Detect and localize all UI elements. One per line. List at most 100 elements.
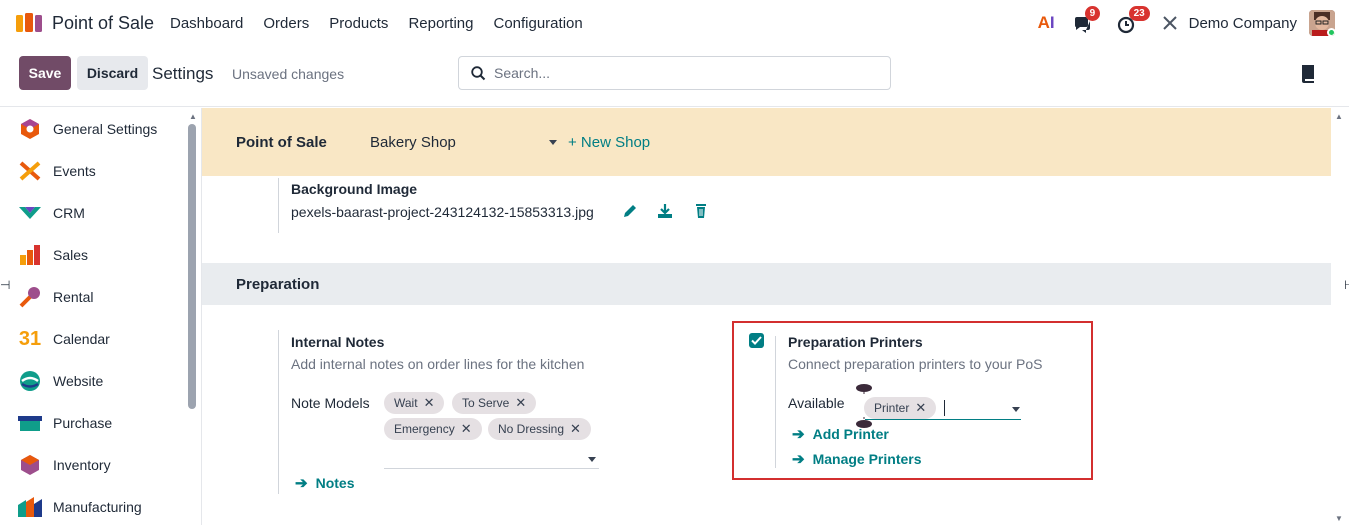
unsaved-status: Unsaved changes	[232, 66, 345, 82]
preparation-printers-checkbox[interactable]	[749, 333, 764, 348]
search-box[interactable]	[458, 56, 891, 90]
user-avatar[interactable]	[1309, 10, 1335, 36]
remove-tag-icon[interactable]: ✕	[915, 400, 926, 416]
settings-content: Point of Sale Bakery Shop + New Shop Bac…	[202, 108, 1331, 525]
sidebar-item-events[interactable]: Events	[18, 158, 96, 184]
inventory-icon	[18, 453, 42, 477]
events-icon	[18, 159, 42, 183]
preparation-printers-description: Connect preparation printers to your PoS	[788, 356, 1043, 372]
tag-emergency: Emergency ✕	[384, 418, 482, 440]
preparation-printers-title: Preparation Printers	[788, 334, 923, 350]
background-image-file: pexels-baarast-project-243124132-1585331…	[291, 204, 594, 220]
tools-icon[interactable]	[1161, 14, 1179, 32]
chevron-down-icon[interactable]	[588, 457, 596, 462]
remove-tag-icon[interactable]: ✕	[515, 395, 526, 411]
crm-icon	[18, 201, 42, 225]
notes-link[interactable]: ➔ Notes	[295, 474, 354, 492]
menu-configuration[interactable]: Configuration	[493, 15, 582, 32]
messages-badge: 9	[1084, 6, 1101, 21]
app-title[interactable]: Point of Sale	[52, 13, 154, 34]
purchase-icon	[18, 411, 42, 435]
edit-pencil-icon[interactable]	[622, 203, 638, 219]
chevron-down-icon[interactable]	[1012, 407, 1020, 412]
tag-wait: Wait ✕	[384, 392, 445, 414]
breadcrumb: Settings	[152, 64, 214, 83]
internal-notes-title: Internal Notes	[291, 334, 385, 350]
menu-products[interactable]: Products	[329, 15, 388, 32]
arrow-right-icon: ➔	[792, 426, 805, 443]
search-icon	[471, 65, 486, 80]
tag-to-serve: To Serve ✕	[452, 392, 537, 414]
website-icon	[18, 369, 42, 393]
note-models-label: Note Models	[291, 395, 370, 411]
background-image-title: Background Image	[291, 181, 418, 197]
sidebar-item-purchase[interactable]: Purchase	[18, 410, 112, 436]
manufacturing-icon	[18, 495, 42, 519]
sidebar-item-manufacturing[interactable]: Manufacturing	[18, 494, 142, 520]
settings-sidebar: General Settings Events CRM Sales Rental…	[0, 108, 202, 525]
search-input[interactable]	[494, 65, 874, 81]
arrow-right-icon: ➔	[792, 451, 805, 468]
sidebar-item-sales[interactable]: Sales	[18, 242, 88, 268]
calendar-icon: 31	[18, 327, 42, 350]
menu-reporting[interactable]: Reporting	[408, 15, 473, 32]
note-models-input[interactable]	[384, 468, 599, 469]
band-title: Point of Sale	[236, 134, 327, 151]
check-icon	[751, 336, 762, 345]
menu-orders[interactable]: Orders	[263, 15, 309, 32]
add-printer-link[interactable]: ➔ Add Printer	[792, 425, 889, 443]
online-status-dot	[1327, 28, 1335, 36]
remove-tag-icon[interactable]: ✕	[424, 395, 435, 411]
sidebar-scroll-up-icon[interactable]: ▲	[189, 112, 197, 121]
new-shop-button[interactable]: + New Shop	[568, 134, 650, 151]
sidebar-item-calendar[interactable]: 31 Calendar	[18, 326, 110, 352]
download-icon[interactable]	[657, 203, 673, 219]
main-menu: Dashboard Orders Products Reporting Conf…	[170, 15, 583, 32]
main-scroll-up-icon[interactable]: ▲	[1335, 112, 1343, 121]
tag-printer: Printer ✕	[864, 397, 937, 419]
messages-button[interactable]: 9	[1073, 6, 1101, 34]
rental-icon	[18, 285, 42, 309]
resize-handle-right-icon: ⊢	[1344, 278, 1349, 292]
discard-button[interactable]: Discard	[77, 56, 148, 90]
activities-badge: 23	[1128, 6, 1150, 21]
resize-handle-left-icon: ⊣	[0, 278, 11, 292]
section-title: Preparation	[236, 276, 320, 293]
activities-button[interactable]: 23	[1117, 6, 1150, 34]
drag-handle-top-icon	[856, 384, 872, 394]
setting-divider	[278, 330, 279, 494]
systray: AI 9 23 Demo Company	[1038, 6, 1335, 38]
pos-settings-header: Point of Sale Bakery Shop + New Shop	[202, 108, 1331, 176]
sales-icon	[18, 243, 42, 267]
sidebar-item-crm[interactable]: CRM	[18, 200, 85, 226]
remove-tag-icon[interactable]: ✕	[461, 421, 472, 437]
trash-icon[interactable]	[693, 203, 709, 219]
text-cursor	[944, 400, 945, 416]
menu-dashboard[interactable]: Dashboard	[170, 15, 243, 32]
shop-select[interactable]: Bakery Shop	[370, 134, 560, 152]
sidebar-item-website[interactable]: Website	[18, 368, 103, 394]
top-navbar: Point of Sale Dashboard Orders Products …	[0, 0, 1349, 47]
documentation-icon[interactable]	[1301, 65, 1315, 83]
available-label: Available	[788, 395, 845, 411]
pos-app-icon[interactable]	[16, 12, 42, 34]
control-panel: Save Discard Settings Unsaved changes	[0, 47, 1349, 107]
sidebar-item-inventory[interactable]: Inventory	[18, 452, 111, 478]
preparation-section-header: Preparation	[202, 263, 1331, 305]
internal-notes-description: Add internal notes on order lines for th…	[291, 356, 585, 372]
sidebar-item-rental[interactable]: Rental	[18, 284, 93, 310]
ai-icon[interactable]: AI	[1038, 13, 1055, 33]
sidebar-item-general-settings[interactable]: General Settings	[18, 116, 157, 142]
printers-input[interactable]	[865, 419, 1021, 420]
save-button[interactable]: Save	[19, 56, 71, 90]
tag-no-dressing: No Dressing ✕	[488, 418, 591, 440]
sidebar-scrollbar[interactable]	[188, 124, 196, 409]
setting-divider	[278, 178, 279, 233]
main-scroll-down-icon[interactable]: ▼	[1335, 514, 1343, 523]
arrow-right-icon: ➔	[295, 475, 308, 492]
chevron-down-icon[interactable]	[549, 140, 557, 145]
remove-tag-icon[interactable]: ✕	[570, 421, 581, 437]
setting-divider	[775, 336, 776, 468]
manage-printers-link[interactable]: ➔ Manage Printers	[792, 450, 922, 468]
company-switcher[interactable]: Demo Company	[1189, 15, 1297, 32]
